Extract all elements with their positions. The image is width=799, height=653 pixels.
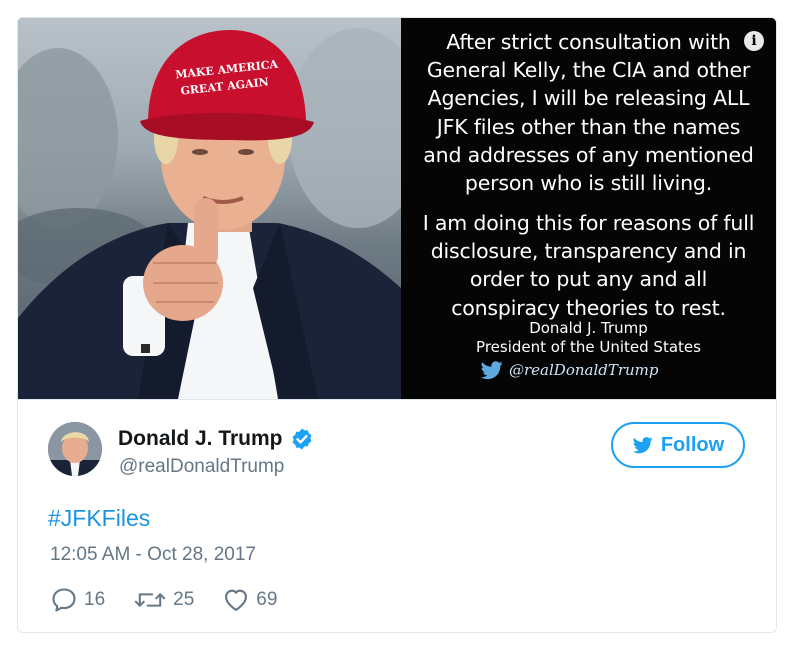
tweet-card: MAKE AMERICA GREAT AGAIN i After strict …	[17, 17, 777, 633]
quote-line: order to put any and all	[469, 267, 708, 292]
author-handle[interactable]: @realDonaldTrump	[119, 456, 284, 478]
heart-icon	[225, 589, 248, 611]
tweet-timestamp[interactable]: 12:05 AM - Oct 28, 2017	[50, 544, 256, 566]
photo-illustration: MAKE AMERICA GREAT AGAIN	[18, 28, 401, 399]
reply-button[interactable]: 16	[50, 586, 105, 614]
quote-paragraph-1: After strict consultation with General K…	[401, 28, 776, 197]
quote-line: Agencies, I will be releasing ALL	[427, 86, 750, 111]
quote-line: I am doing this for reasons of full	[422, 211, 755, 235]
quote-line: and addresses of any mentioned	[423, 142, 754, 167]
tweet-actions: 16 25 69	[50, 585, 277, 615]
avatar-image	[48, 422, 102, 476]
tweet-media[interactable]: MAKE AMERICA GREAT AGAIN i After strict …	[18, 18, 776, 400]
quote-line: General Kelly, the CIA and other	[426, 58, 751, 83]
author-name[interactable]: Donald J. Trump	[118, 427, 314, 451]
signature-handle-text: @realDonaldTrump	[509, 361, 659, 379]
reply-count: 16	[84, 589, 106, 610]
signature-handle: @realDonaldTrump	[479, 358, 659, 382]
quote-line: disclosure, transparency and in	[430, 239, 747, 264]
media-photo: MAKE AMERICA GREAT AGAIN	[18, 18, 401, 399]
quote-line: conspiracy theories to rest.	[451, 295, 726, 320]
retweet-count: 25	[173, 589, 195, 610]
quote-paragraph-2: I am doing this for reasons of full disc…	[401, 209, 776, 322]
quote-line: person who is still living.	[464, 171, 713, 196]
like-button[interactable]: 69	[222, 586, 277, 614]
retweet-button[interactable]: 25	[133, 586, 194, 614]
quote-line: JFK files other than the names	[436, 114, 741, 139]
follow-button[interactable]: Follow	[611, 422, 745, 468]
like-count: 69	[256, 589, 278, 610]
media-text-panel: i After strict consultation with General…	[401, 18, 776, 399]
hashtag-link[interactable]: #JFKFiles	[48, 505, 150, 532]
twitter-bird-icon	[632, 437, 653, 454]
verified-badge-icon	[292, 428, 311, 450]
follow-button-label: Follow	[660, 433, 725, 456]
signature-title: President of the United States	[476, 338, 701, 356]
signature-name: Donald J. Trump	[529, 319, 648, 337]
quote-line: After strict consultation with	[446, 30, 731, 54]
reply-icon	[52, 588, 76, 612]
avatar[interactable]	[48, 422, 102, 476]
twitter-bird-icon	[480, 361, 503, 380]
retweet-icon	[134, 593, 166, 607]
author-display-name: Donald J. Trump	[118, 427, 283, 450]
